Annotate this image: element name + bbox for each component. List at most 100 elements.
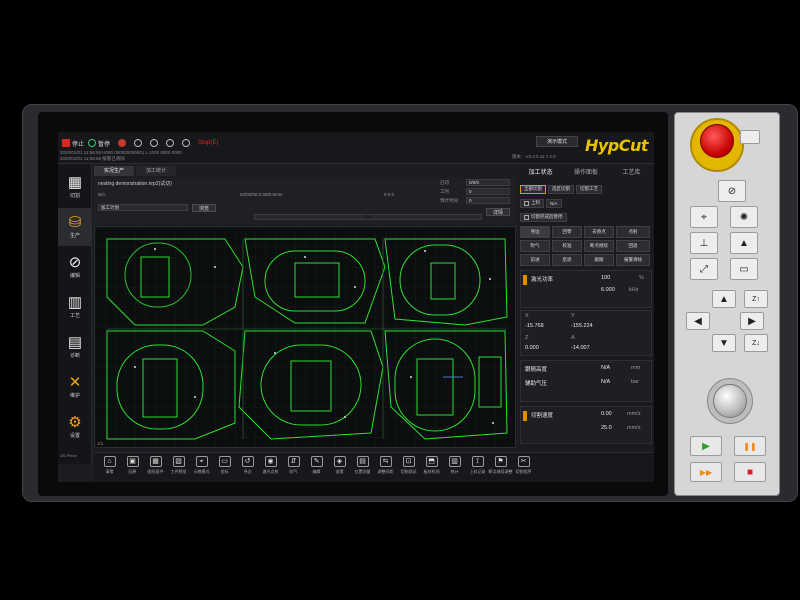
sidebar-item-production[interactable]: ⛁ 生产 [58, 208, 92, 246]
toolbar-item[interactable]: ✂ 切割程序 [512, 453, 535, 481]
tab-label: 实况生产 [104, 168, 125, 174]
stop-square-icon: ■ [746, 466, 754, 478]
toolbar-item[interactable]: ▤ 位置测量 [351, 453, 374, 481]
toolbar-label: 工件预览 [170, 469, 187, 474]
sidebar-item-process[interactable]: ▥ 工艺 [58, 288, 92, 326]
follow-height-label: 跟随高度 [525, 367, 548, 373]
hw-button-3[interactable]: ✺ [730, 206, 758, 228]
nesting-canvas[interactable]: 1/1 [94, 226, 516, 448]
arrow-right-icon: ▶ [748, 315, 756, 327]
toolbar-label: 上料记录 [469, 469, 486, 474]
rp-btn-back[interactable]: 回退 [616, 240, 650, 252]
tab-statistics[interactable]: 加工统计 [136, 166, 177, 176]
jog-down-button[interactable]: ▼ [712, 334, 736, 352]
jog-up-button[interactable]: ▲ [712, 290, 736, 308]
toolbar-item[interactable]: ⇵ 吹气 [282, 453, 305, 481]
cut-selected-chip[interactable]: 选区切割 [548, 184, 574, 194]
hw-button-2[interactable]: ⌖ [690, 206, 718, 228]
hw-button-1[interactable]: ⊘ [718, 180, 746, 202]
plan-field[interactable]: 加工计划 [98, 204, 188, 211]
right-panel: 加工状态 操作面板 工艺库 全部切割 选区切割 切割工艺 上料 N/A 切割完成… [518, 166, 654, 448]
toolbar-item[interactable]: ⟟ 上料记录 [466, 453, 489, 481]
fan-button[interactable] [182, 138, 190, 148]
rp-btn-follow[interactable]: 跟随 [584, 254, 614, 266]
arrow-left-icon: ◀ [694, 315, 702, 327]
rp-btn-resume[interactable]: 断点继续 [584, 240, 614, 252]
toolbar-item[interactable]: ▧ 工件预览 [167, 453, 190, 481]
toolbar-icon: ▤ [356, 456, 369, 467]
toolbar-item[interactable]: ✎ 编辑 [305, 453, 328, 481]
sidebar-item-diagnose[interactable]: ▤ 诊断 [58, 328, 92, 366]
rp-btn-origin[interactable]: 去原点 [584, 226, 614, 238]
browse-button[interactable]: 浏览 [192, 204, 216, 212]
hw-extra-button[interactable] [740, 130, 760, 144]
demo-mode-button[interactable]: 演示模式 [536, 136, 578, 147]
tab-library[interactable]: 工艺库 [609, 166, 654, 180]
emergency-stop-button[interactable] [700, 124, 734, 158]
cut-process-chip[interactable]: 切割工艺 [576, 184, 602, 194]
rp-btn-label: 断点继续 [590, 243, 608, 248]
stop-button[interactable]: 停止 [62, 138, 84, 148]
rp-btn-calib[interactable]: 校准 [552, 240, 582, 252]
hw-button-6[interactable]: ⤢ [690, 258, 718, 280]
toolbar-item[interactable]: ▦ 图形居中 [144, 453, 167, 481]
details-button[interactable]: 详情 [486, 208, 510, 216]
toolbar-item[interactable]: ▣ 回原 [121, 453, 144, 481]
jog-left-button[interactable]: ◀ [686, 312, 710, 330]
fast-forward-button[interactable]: ▶▶ [690, 462, 722, 482]
toolbar-item[interactable]: ⌂ 清零 [98, 453, 121, 481]
pause-after-checkbox[interactable]: 切割完成后暂停 [520, 212, 567, 222]
sidebar-item-cut[interactable]: ▦ 切割 [58, 168, 92, 206]
tab-label: 加工统计 [146, 168, 167, 174]
rp-btn-shot[interactable]: 点射 [616, 226, 650, 238]
version-text: 版本：V3.4.0.11.7.2.0 [512, 154, 556, 159]
toolbar-item[interactable]: ⚑ 断点继续调整 [489, 453, 513, 481]
gas-pressure-unit: bar [631, 379, 639, 385]
stop-hw-button[interactable]: ■ [734, 462, 766, 482]
pause-hw-button[interactable]: ❚❚ [734, 436, 766, 456]
toolbar-item[interactable]: ▭ 坐标 [213, 453, 236, 481]
toolbar-item[interactable]: ⬒ 板材检测 [420, 453, 443, 481]
edit-icon: ⊘ [68, 254, 82, 271]
sidebar-item-settings[interactable]: ⚙ 设置 [58, 408, 92, 446]
cut-all-chip[interactable]: 全部切割 [520, 184, 546, 194]
hw-button-4[interactable]: ⊥ [690, 232, 718, 254]
z-up-button[interactable]: Z↑ [744, 290, 768, 308]
z-down-icon: Z↓ [752, 339, 760, 347]
toolbar-item[interactable]: ↺ 寻边 [236, 453, 259, 481]
rp-btn-backward[interactable]: 后退 [552, 254, 582, 266]
start-button[interactable]: ▶ [690, 436, 722, 456]
load-checkbox[interactable]: 上料 [520, 198, 544, 208]
sidebar-item-edit[interactable]: ⊘ 编辑 [58, 248, 92, 286]
toolbar-icon: ▣ [126, 456, 139, 467]
tab-operation[interactable]: 操作面板 [563, 166, 608, 180]
toolbar-item[interactable]: ⌖ 示教模式 [190, 453, 213, 481]
alarm-button[interactable] [118, 138, 126, 148]
hw-button-5[interactable]: ▲ [730, 232, 758, 254]
rp-btn-forward[interactable]: 前进 [520, 254, 550, 266]
toolbar-item[interactable]: ▥ 统计 [443, 453, 466, 481]
speed-override-knob[interactable] [713, 384, 747, 418]
laser-power-value: 100 [601, 275, 611, 281]
tab-status[interactable]: 加工状态 [518, 166, 563, 180]
rp-btn-blow[interactable]: 吹气 [520, 240, 550, 252]
job-info-bar: nesting demonstration.nrp2(试切) N/A 02/00… [94, 178, 516, 224]
tab-live-production[interactable]: 实况生产 [94, 166, 135, 176]
laser-button[interactable] [134, 138, 142, 148]
toolbar-item[interactable]: ⇆ 调整间距 [374, 453, 397, 481]
toolbar-label: 编辑 [312, 469, 321, 474]
rp-btn-edge[interactable]: 寻边 [520, 226, 550, 238]
rp-btn-label: 点射 [628, 229, 638, 234]
light-button[interactable] [166, 138, 174, 148]
sidebar-item-maintain[interactable]: ✕ 维护 [58, 368, 92, 406]
toolbar-item[interactable]: ⊡ 切割测试 [397, 453, 420, 481]
z-down-button[interactable]: Z↓ [744, 334, 768, 352]
hw-button-7[interactable]: ▭ [730, 258, 758, 280]
gas-button[interactable] [150, 138, 158, 148]
pause-button[interactable]: 暂停 [88, 138, 110, 148]
jog-right-button[interactable]: ▶ [740, 312, 764, 330]
toolbar-item[interactable]: ◈ 追零 [328, 453, 351, 481]
toolbar-item[interactable]: ◉ 激光点射 [259, 453, 282, 481]
rp-btn-clear-alarm[interactable]: 报警清除 [616, 254, 650, 266]
rp-btn-home[interactable]: 回零 [552, 226, 582, 238]
